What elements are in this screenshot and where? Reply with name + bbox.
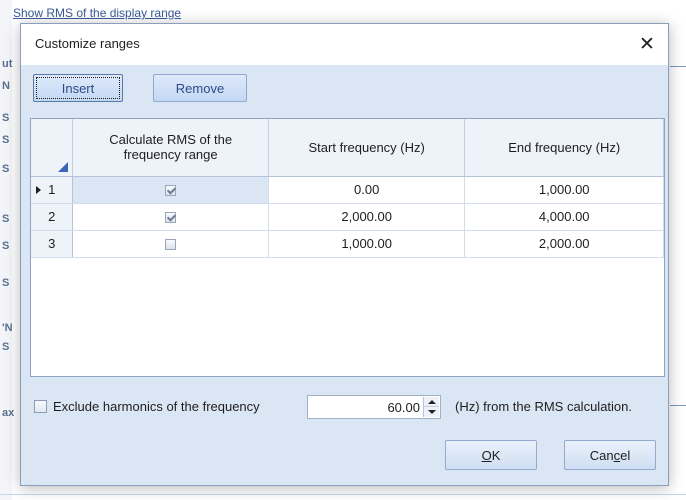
background-letter: S [2,134,10,146]
row-header[interactable]: 2 [31,203,74,231]
ranges-table: Calculate RMS of the frequency range Sta… [31,119,664,258]
select-all-corner[interactable] [31,119,74,177]
ranges-grid[interactable]: Calculate RMS of the frequency range Sta… [30,118,665,377]
row-header[interactable]: 1 [31,176,74,204]
row-number: 2 [48,209,56,224]
end-frequency-cell[interactable]: 2,000.00 [464,230,664,258]
start-frequency-cell[interactable]: 0.00 [268,176,466,204]
background-show-rms-link: Show RMS of the display range [13,6,182,20]
cancel-label-start: Can [589,447,614,463]
background-letter: S [2,277,10,289]
dialog-titlebar[interactable]: Customize ranges ✕ [21,24,668,65]
calculate-rms-cell[interactable] [72,176,269,204]
table-row[interactable]: 2 2,000.00 4,000.00 [31,203,664,231]
rms-calculation-suffix-label: (Hz) from the RMS calculation. [455,399,632,414]
header-row: Calculate RMS of the frequency range Sta… [31,119,664,177]
spin-up-icon[interactable] [424,397,439,407]
calculate-rms-checkbox[interactable] [165,185,177,197]
start-frequency-cell[interactable]: 1,000.00 [268,230,466,258]
background-letter: 'N [2,322,13,334]
background-letter: S [2,112,10,124]
customize-ranges-dialog: Customize ranges ✕ Insert Remove Calcula… [20,23,669,486]
cancel-button[interactable]: Can c el [564,440,656,470]
dialog-title: Customize ranges [35,36,140,51]
exclude-harmonics-checkbox[interactable] [34,400,47,413]
background-divider [670,405,686,406]
column-header-end-frequency[interactable]: End frequency (Hz) [464,119,664,177]
spin-buttons [423,397,439,417]
background-letter: S [2,163,10,175]
select-all-icon [58,161,69,172]
current-row-arrow-icon [36,185,41,194]
background-letter: S [2,341,10,353]
background-divider [670,66,686,67]
calculate-rms-cell[interactable] [72,203,269,231]
column-header-start-frequency[interactable]: Start frequency (Hz) [268,119,466,177]
background-letter: ax [2,407,15,419]
ok-button[interactable]: OK [445,440,537,470]
ok-mnemonic: O [481,447,492,463]
calculate-rms-cell[interactable] [72,230,269,258]
table-row[interactable]: 1 0.00 1,000.00 [31,176,664,204]
close-button[interactable]: ✕ [632,29,662,59]
cancel-label-end: el [620,447,631,463]
background-letter: N [2,80,10,92]
end-frequency-cell[interactable]: 4,000.00 [464,203,664,231]
insert-button[interactable]: Insert [33,74,123,102]
row-number: 3 [48,236,56,251]
table-row[interactable]: 3 1,000.00 2,000.00 [31,230,664,258]
row-number: 1 [48,182,56,197]
start-frequency-cell[interactable]: 2,000.00 [268,203,466,231]
close-icon: ✕ [639,33,655,55]
harmonic-frequency-value: 60.00 [387,400,420,415]
remove-button[interactable]: Remove [153,74,247,102]
row-header[interactable]: 3 [31,230,74,258]
background-letter: S [2,213,10,225]
background-letter: ut [2,58,13,70]
background-divider [0,494,686,495]
calculate-rms-checkbox[interactable] [165,212,177,224]
end-frequency-cell[interactable]: 1,000.00 [464,176,664,204]
column-header-calculate-rms[interactable]: Calculate RMS of the frequency range [72,119,269,177]
background-letter: S [2,240,10,252]
harmonic-frequency-spinbox[interactable]: 60.00 [307,395,441,419]
calculate-rms-checkbox[interactable] [165,239,177,251]
ok-label-rest: K [491,447,501,463]
exclude-harmonics-label: Exclude harmonics of the frequency [53,399,260,414]
spin-down-icon[interactable] [424,407,439,417]
